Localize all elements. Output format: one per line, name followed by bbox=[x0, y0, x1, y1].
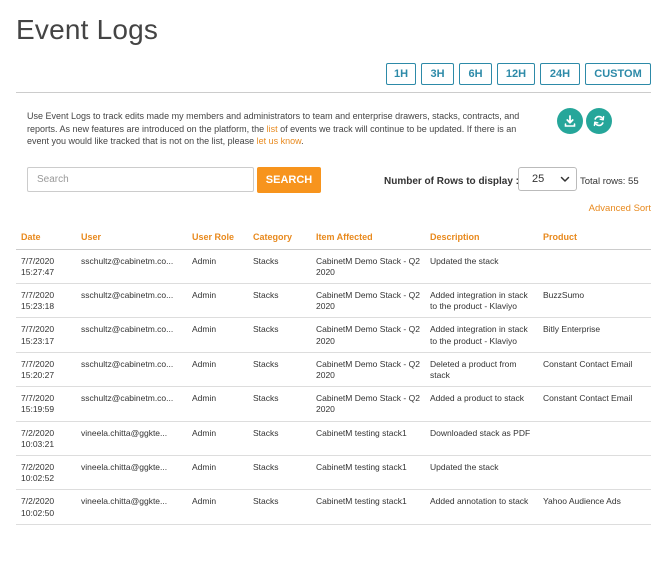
column-header-description[interactable]: Description bbox=[425, 228, 538, 250]
cell-item-affected: CabinetM Demo Stack - Q2 2020 bbox=[311, 386, 425, 422]
total-rows-count: Total rows: 55 bbox=[580, 176, 639, 187]
cell-description: Downloaded stack as PDF bbox=[425, 421, 538, 456]
cell-description: Added integration in stack to the produc… bbox=[425, 283, 538, 319]
cell-description: Updated the stack bbox=[425, 455, 538, 491]
column-header-date[interactable]: Date bbox=[16, 228, 76, 250]
refresh-icon bbox=[593, 115, 605, 127]
page-title: Event Logs bbox=[16, 14, 159, 45]
cell-category: Stacks bbox=[248, 455, 311, 491]
rows-to-display-label: Number of Rows to display : bbox=[384, 176, 520, 187]
cell-user: sschultz@cabinetm.co... bbox=[76, 386, 187, 422]
cell-product: Constant Contact Email bbox=[538, 352, 651, 388]
cell-description: Added a product to stack bbox=[425, 386, 538, 422]
column-header-product[interactable]: Product bbox=[538, 228, 651, 250]
chevron-down-icon bbox=[560, 176, 570, 182]
range-24h-button[interactable]: 24H bbox=[540, 63, 580, 85]
description-part: . bbox=[301, 136, 304, 146]
cell-user: sschultz@cabinetm.co... bbox=[76, 283, 187, 319]
rows-per-page-select[interactable]: 25 bbox=[518, 167, 577, 191]
cell-product bbox=[538, 249, 651, 284]
table-header-row: Date User User Role Category Item Affect… bbox=[16, 228, 651, 250]
search-input[interactable] bbox=[27, 167, 254, 192]
cell-user-role: Admin bbox=[187, 317, 248, 353]
cell-item-affected: CabinetM Demo Stack - Q2 2020 bbox=[311, 317, 425, 353]
cell-category: Stacks bbox=[248, 249, 311, 284]
cell-user: vineela.chitta@ggkte... bbox=[76, 455, 187, 491]
cell-user-role: Admin bbox=[187, 386, 248, 422]
let-us-know-link[interactable]: let us know bbox=[257, 136, 302, 146]
list-link[interactable]: list bbox=[267, 124, 278, 134]
cell-item-affected: CabinetM Demo Stack - Q2 2020 bbox=[311, 352, 425, 388]
cell-category: Stacks bbox=[248, 386, 311, 422]
cell-date: 7/2/2020 10:02:52 bbox=[16, 455, 76, 491]
cell-user-role: Admin bbox=[187, 421, 248, 456]
cell-product bbox=[538, 421, 651, 456]
cell-date: 7/2/2020 10:03:21 bbox=[16, 421, 76, 456]
description-text: Use Event Logs to track edits made my me… bbox=[27, 110, 537, 148]
range-3h-button[interactable]: 3H bbox=[421, 63, 454, 85]
download-icon bbox=[564, 115, 576, 127]
refresh-button[interactable] bbox=[586, 108, 612, 134]
cell-user: sschultz@cabinetm.co... bbox=[76, 249, 187, 284]
cell-user-role: Admin bbox=[187, 352, 248, 388]
cell-date: 7/7/2020 15:20:27 bbox=[16, 352, 76, 388]
cell-category: Stacks bbox=[248, 317, 311, 353]
column-header-item-affected[interactable]: Item Affected bbox=[311, 228, 425, 250]
cell-description: Deleted a product from stack bbox=[425, 352, 538, 388]
cell-date: 7/7/2020 15:23:18 bbox=[16, 283, 76, 319]
range-1h-button[interactable]: 1H bbox=[386, 63, 416, 85]
cell-description: Added annotation to stack bbox=[425, 489, 538, 525]
cell-category: Stacks bbox=[248, 352, 311, 388]
cell-user: sschultz@cabinetm.co... bbox=[76, 317, 187, 353]
advanced-sort-link[interactable]: Advanced Sort bbox=[589, 203, 651, 214]
table-row: 7/2/2020 10:02:52 vineela.chitta@ggkte..… bbox=[16, 455, 651, 491]
table-row: 7/7/2020 15:19:59 sschultz@cabinetm.co..… bbox=[16, 386, 651, 422]
cell-user: vineela.chitta@ggkte... bbox=[76, 421, 187, 456]
range-custom-button[interactable]: CUSTOM bbox=[585, 63, 651, 85]
column-header-user-role[interactable]: User Role bbox=[187, 228, 248, 250]
cell-date: 7/2/2020 10:02:50 bbox=[16, 489, 76, 525]
range-6h-button[interactable]: 6H bbox=[459, 63, 492, 85]
divider bbox=[16, 92, 651, 93]
cell-category: Stacks bbox=[248, 283, 311, 319]
column-header-user[interactable]: User bbox=[76, 228, 187, 250]
search-button[interactable]: SEARCH bbox=[257, 167, 321, 193]
cell-date: 7/7/2020 15:19:59 bbox=[16, 386, 76, 422]
cell-user-role: Admin bbox=[187, 283, 248, 319]
cell-category: Stacks bbox=[248, 489, 311, 525]
table-row: 7/7/2020 15:20:27 sschultz@cabinetm.co..… bbox=[16, 352, 651, 388]
table-row: 7/2/2020 10:03:21 vineela.chitta@ggkte..… bbox=[16, 421, 651, 456]
cell-product: Bitly Enterprise bbox=[538, 317, 651, 353]
event-log-table: Date User User Role Category Item Affect… bbox=[16, 228, 651, 525]
cell-item-affected: CabinetM Demo Stack - Q2 2020 bbox=[311, 283, 425, 319]
cell-user-role: Admin bbox=[187, 455, 248, 491]
cell-description: Updated the stack bbox=[425, 249, 538, 284]
cell-user-role: Admin bbox=[187, 489, 248, 525]
cell-description: Added integration in stack to the produc… bbox=[425, 317, 538, 353]
cell-item-affected: CabinetM testing stack1 bbox=[311, 455, 425, 491]
table-row: 7/7/2020 15:23:17 sschultz@cabinetm.co..… bbox=[16, 317, 651, 353]
cell-item-affected: CabinetM testing stack1 bbox=[311, 421, 425, 456]
cell-item-affected: CabinetM Demo Stack - Q2 2020 bbox=[311, 249, 425, 284]
download-button[interactable] bbox=[557, 108, 583, 134]
cell-date: 7/7/2020 15:27:47 bbox=[16, 249, 76, 284]
rows-per-page-value: 25 bbox=[532, 173, 545, 185]
range-12h-button[interactable]: 12H bbox=[497, 63, 535, 85]
table-row: 7/2/2020 10:02:50 vineela.chitta@ggkte..… bbox=[16, 489, 651, 525]
cell-user: vineela.chitta@ggkte... bbox=[76, 489, 187, 525]
cell-user-role: Admin bbox=[187, 249, 248, 284]
cell-item-affected: CabinetM testing stack1 bbox=[311, 489, 425, 525]
table-row: 7/7/2020 15:23:18 sschultz@cabinetm.co..… bbox=[16, 283, 651, 319]
cell-product: Constant Contact Email bbox=[538, 386, 651, 422]
table-row: 7/7/2020 15:27:47 sschultz@cabinetm.co..… bbox=[16, 249, 651, 284]
cell-product: Yahoo Audience Ads bbox=[538, 489, 651, 525]
cell-date: 7/7/2020 15:23:17 bbox=[16, 317, 76, 353]
cell-product: BuzzSumo bbox=[538, 283, 651, 319]
column-header-category[interactable]: Category bbox=[248, 228, 311, 250]
time-range-bar: 1H 3H 6H 12H 24H CUSTOM bbox=[386, 63, 651, 85]
cell-category: Stacks bbox=[248, 421, 311, 456]
cell-user: sschultz@cabinetm.co... bbox=[76, 352, 187, 388]
cell-product bbox=[538, 455, 651, 491]
